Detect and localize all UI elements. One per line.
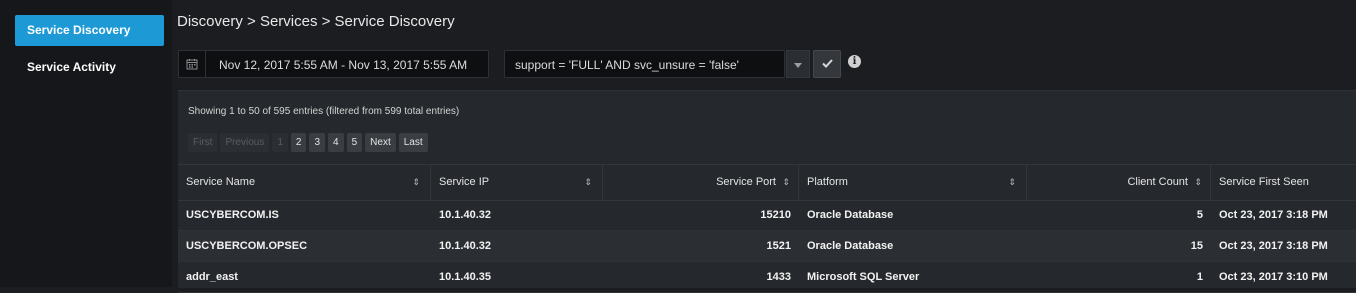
cell-platform: Oracle Database: [807, 240, 894, 252]
column-header-label: Service IP: [439, 176, 490, 188]
column-header-label: Client Count: [1127, 176, 1188, 188]
info-icon[interactable]: i: [848, 55, 861, 68]
column-header-platform[interactable]: Platform ⇕: [799, 165, 1027, 200]
pager-page-4[interactable]: 4: [328, 133, 344, 152]
pagination: First Previous 1 2 3 4 5 Next Last: [188, 133, 428, 152]
cell-client-count: 15: [1190, 240, 1203, 252]
apply-filter-button[interactable]: [813, 50, 841, 78]
filter-dropdown-button[interactable]: [786, 50, 810, 78]
entries-summary: Showing 1 to 50 of 595 entries (filtered…: [188, 106, 460, 117]
column-header-label: Platform: [807, 176, 848, 188]
column-header-label: Service First Seen: [1219, 176, 1309, 188]
sidebar: Service Discovery Service Activity: [0, 0, 172, 287]
pager-next-button[interactable]: Next: [365, 133, 396, 152]
calendar-icon: [179, 51, 206, 77]
pager-page-3[interactable]: 3: [309, 133, 326, 152]
pager-page-1[interactable]: 1: [272, 133, 288, 152]
cell-client-count: 1: [1196, 271, 1203, 283]
sort-icon: ⇕: [1008, 177, 1016, 187]
sort-icon: ⇕: [412, 177, 420, 187]
cell-platform: Oracle Database: [807, 209, 894, 221]
column-header-label: Service Name: [186, 176, 256, 188]
results-panel: Showing 1 to 50 of 595 entries (filtered…: [178, 90, 1356, 293]
column-header-service-port[interactable]: Service Port ⇕: [603, 165, 799, 200]
pager-first-button[interactable]: First: [188, 133, 218, 152]
caret-down-icon: [794, 55, 802, 73]
cell-platform: Microsoft SQL Server: [807, 271, 920, 283]
sort-icon: ⇕: [584, 177, 592, 187]
sort-icon: ⇕: [782, 177, 790, 187]
date-range-value: Nov 12, 2017 5:55 AM - Nov 13, 2017 5:55…: [219, 58, 468, 72]
cell-service-port: 1521: [766, 240, 791, 252]
column-header-client-count[interactable]: Client Count ⇕: [1027, 165, 1211, 200]
sort-icon: ⇕: [1194, 177, 1202, 187]
column-header-label: Service Port: [716, 176, 776, 188]
cell-service-port: 1433: [766, 271, 791, 283]
table-row[interactable]: USCYBERCOM.IS 10.1.40.32 15210 Oracle Da…: [178, 200, 1356, 231]
sidebar-item-service-activity[interactable]: Service Activity: [15, 52, 164, 83]
cell-first-seen: Oct 23, 2017 3:18 PM: [1219, 209, 1328, 221]
pager-last-button[interactable]: Last: [398, 133, 428, 152]
filter-query-input[interactable]: support = 'FULL' AND svc_unsure = 'false…: [504, 50, 785, 78]
column-header-service-ip[interactable]: Service IP ⇕: [431, 165, 603, 200]
cell-service-ip: 10.1.40.32: [439, 209, 491, 221]
main-content: Discovery > Services > Service Discovery…: [172, 0, 1356, 293]
pager-page-2[interactable]: 2: [290, 133, 307, 152]
pager-previous-button[interactable]: Previous: [220, 133, 270, 152]
cell-service-ip: 10.1.40.32: [439, 240, 491, 252]
cell-service-ip: 10.1.40.35: [439, 271, 491, 283]
cell-client-count: 5: [1196, 209, 1203, 221]
cell-service-name: USCYBERCOM.OPSEC: [186, 240, 308, 252]
column-header-service-name[interactable]: Service Name ⇕: [178, 165, 431, 200]
cell-first-seen: Oct 23, 2017 3:10 PM: [1219, 271, 1328, 283]
cell-service-port: 15210: [760, 209, 791, 221]
column-header-first-seen[interactable]: Service First Seen: [1211, 165, 1356, 200]
date-range-picker[interactable]: Nov 12, 2017 5:55 AM - Nov 13, 2017 5:55…: [178, 50, 489, 78]
filter-query-value: support = 'FULL' AND svc_unsure = 'false…: [515, 58, 739, 72]
sidebar-item-service-discovery[interactable]: Service Discovery: [15, 15, 164, 46]
table-header: Service Name ⇕ Service IP ⇕ Service Port…: [178, 164, 1356, 201]
cell-first-seen: Oct 23, 2017 3:18 PM: [1219, 240, 1328, 252]
cell-service-name: USCYBERCOM.IS: [186, 209, 279, 221]
cell-service-name: addr_east: [186, 271, 238, 283]
table-row[interactable]: USCYBERCOM.OPSEC 10.1.40.32 1521 Oracle …: [178, 231, 1356, 262]
checkmark-icon: [821, 55, 833, 73]
pager-page-5[interactable]: 5: [346, 133, 363, 152]
table-row[interactable]: addr_east 10.1.40.35 1433 Microsoft SQL …: [178, 262, 1356, 293]
breadcrumb: Discovery > Services > Service Discovery: [177, 13, 455, 30]
